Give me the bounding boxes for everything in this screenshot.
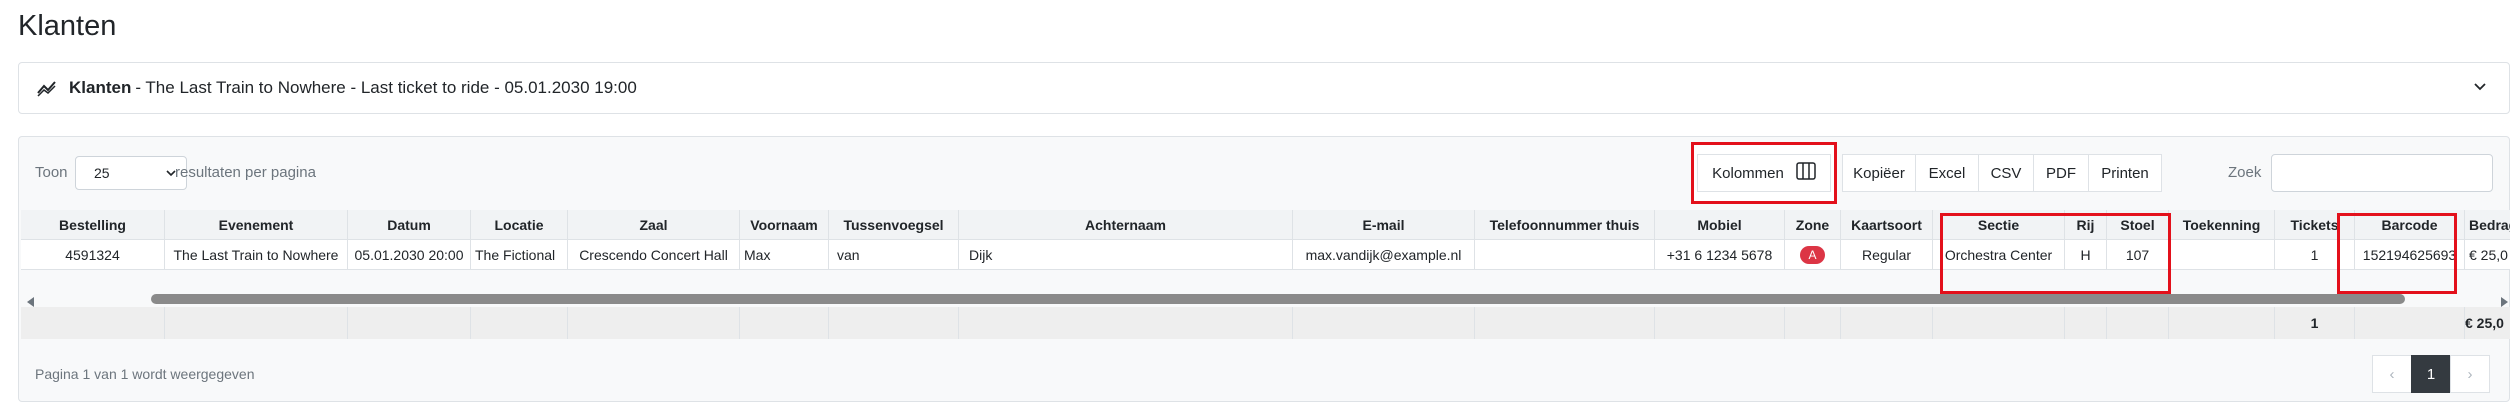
totals-cell (829, 307, 959, 339)
show-label: Toon (35, 164, 68, 181)
highlight-section-row-seat (1940, 213, 2171, 294)
table-cell: max.vandijk@example.nl (1293, 240, 1475, 270)
totals-tickets: 1 (2275, 307, 2355, 339)
totals-cell (2065, 307, 2107, 339)
totals-row: 1 € 25,0 (21, 307, 2510, 339)
search-label: Zoek (2228, 164, 2262, 181)
totals-cell (2355, 307, 2465, 339)
column-header[interactable]: Datum (348, 210, 471, 240)
highlight-barcode (2337, 213, 2457, 294)
next-page-button[interactable]: › (2450, 355, 2490, 393)
print-button[interactable]: Printen (2088, 154, 2162, 192)
columns-button[interactable]: Kolommen (1691, 142, 1837, 204)
totals-cell (1785, 307, 1841, 339)
totals-cell (1841, 307, 1933, 339)
chevron-down-icon[interactable] (2471, 77, 2489, 95)
table-cell: Regular (1841, 240, 1933, 270)
totals-cell (1655, 307, 1785, 339)
column-header[interactable]: E-mail (1293, 210, 1475, 240)
page-size-select[interactable]: 25 (75, 156, 187, 190)
page-title: Klanten (18, 10, 117, 42)
totals-cell (348, 307, 471, 339)
export-button-group: Kolommen Kopiëer Excel CSV PDF Printen (1691, 142, 2162, 204)
csv-button[interactable]: CSV (1978, 154, 2034, 192)
column-header[interactable]: Zaal (568, 210, 740, 240)
event-detail: - The Last Train to Nowhere - Last ticke… (135, 78, 637, 97)
table-cell: van (829, 240, 959, 270)
columns-button-label: Kolommen (1712, 164, 1784, 182)
totals-cell (21, 307, 165, 339)
column-header[interactable]: Telefoonnummer thuis (1475, 210, 1655, 240)
totals-cell (1293, 307, 1475, 339)
totals-amount: € 25,0 (2465, 307, 2510, 339)
excel-button[interactable]: Excel (1915, 154, 1979, 192)
table-cell: 05.01.2030 20:00 (348, 240, 471, 270)
copy-button[interactable]: Kopiëer (1842, 154, 1916, 192)
horizontal-scrollbar[interactable] (21, 291, 2510, 307)
column-header[interactable]: Achternaam (959, 210, 1293, 240)
column-header[interactable]: Toekenning (2169, 210, 2275, 240)
table-cell: +31 6 1234 5678 (1655, 240, 1785, 270)
chart-line-icon (37, 79, 59, 97)
table-cell (2169, 240, 2275, 270)
totals-cell (471, 307, 568, 339)
pagination: ‹ 1 › (2372, 355, 2490, 393)
per-page-label: resultaten per pagina (175, 164, 316, 181)
column-header[interactable]: Zone (1785, 210, 1841, 240)
totals-cell (165, 307, 348, 339)
table-cell: 4591324 (21, 240, 165, 270)
table-cell: A (1785, 240, 1841, 270)
columns-icon (1796, 162, 1816, 184)
table-toolbar: Toon 25 resultaten per pagina Kolommen K… (19, 137, 2509, 211)
column-header[interactable]: Tussenvoegsel (829, 210, 959, 240)
table-cell: Crescendo Concert Hall (568, 240, 740, 270)
table-cell: The Fictional (471, 240, 568, 270)
table-cell: The Last Train to Nowhere (165, 240, 348, 270)
pdf-button[interactable]: PDF (2033, 154, 2089, 192)
totals-cell (568, 307, 740, 339)
page-1-button[interactable]: 1 (2411, 355, 2451, 393)
totals-cell (2107, 307, 2169, 339)
customers-table-card: Toon 25 resultaten per pagina Kolommen K… (18, 136, 2510, 402)
previous-page-button[interactable]: ‹ (2372, 355, 2412, 393)
totals-cell (1933, 307, 2065, 339)
table-cell (1475, 240, 1655, 270)
column-header[interactable]: Voornaam (740, 210, 829, 240)
table-cell: Dijk (959, 240, 1293, 270)
column-header[interactable]: Mobiel (1655, 210, 1785, 240)
table-cell: € 25,0 (2465, 240, 2510, 270)
totals-cell (1475, 307, 1655, 339)
column-header[interactable]: Bestelling (21, 210, 165, 240)
totals-cell (740, 307, 829, 339)
column-header[interactable]: Locatie (471, 210, 568, 240)
totals-cell (959, 307, 1293, 339)
zone-badge: A (1800, 245, 1825, 264)
totals-cell (2169, 307, 2275, 339)
table-cell: Max (740, 240, 829, 270)
pagination-info: Pagina 1 van 1 wordt weergegeven (35, 366, 255, 382)
event-label: Klanten (69, 78, 132, 97)
column-header[interactable]: Kaartsoort (1841, 210, 1933, 240)
column-header[interactable]: Bedrag (2465, 210, 2510, 240)
column-header[interactable]: Evenement (165, 210, 348, 240)
event-accordion[interactable]: Klanten - The Last Train to Nowhere - La… (18, 62, 2510, 114)
search-input[interactable] (2271, 154, 2493, 192)
page-size-value: 25 (94, 165, 110, 181)
scrollbar-thumb[interactable] (151, 294, 2405, 304)
